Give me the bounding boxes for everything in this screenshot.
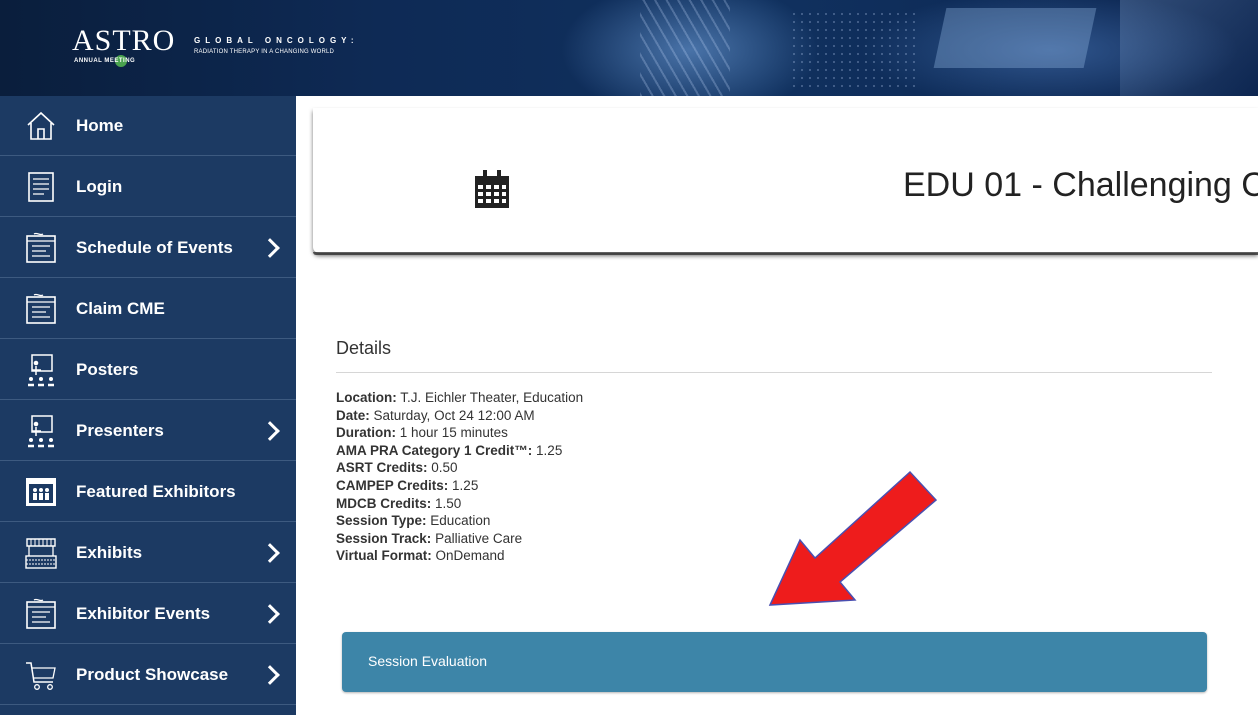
sidebar-item-exhibitor-events[interactable]: Exhibitor Events [0,584,296,644]
logo-subtitle: ANNUAL MEETING [74,58,136,64]
detail-value: Palliative Care [435,530,523,546]
logo-tagline-sub: RADIATION THERAPY IN A CHANGING WORLD [194,49,335,55]
header-banner: ASTRO ANNUAL MEETING GLOBAL ONCOLOGY: RA… [0,0,1258,96]
sidebar-item-label: Login [76,176,123,196]
schedule-icon [24,292,58,326]
detail-location: Location: T.J. Eichler Theater, Educatio… [336,389,583,407]
sidebar-item-label: Presenters [76,420,164,440]
annotation-arrow-icon [768,470,938,606]
chevron-right-icon[interactable] [260,237,280,258]
detail-date: Date: Saturday, Oct 24 12:00 AM [336,407,583,425]
session-header-card: EDU 01 - Challenging C [313,108,1258,255]
sidebar-item-login[interactable]: Login [0,157,296,217]
detail-value: 1 hour 15 minutes [399,425,508,441]
detail-value: 0.50 [431,460,458,476]
sidebar-item-label: Exhibitor Events [76,603,211,623]
detail-duration: Duration: 1 hour 15 minutes [336,424,583,442]
detail-label: Date: [336,407,370,423]
detail-value: T.J. Eichler Theater, Education [400,390,584,405]
detail-virtual-format: Virtual Format: OnDemand [336,547,583,565]
sidebar-item-label: Featured Exhibitors [76,481,236,501]
sidebar-item-featured-exhibitors[interactable]: Featured Exhibitors [0,462,296,522]
detail-label: Duration: [336,425,396,441]
detail-label: Location: [336,390,397,405]
detail-label: Session Track: [336,530,432,546]
sidebar-item-label: Schedule of Events [76,237,233,257]
sidebar-nav: Home Login Schedule of Events Claim CME … [0,96,296,715]
astro-logo[interactable]: ASTRO ANNUAL MEETING GLOBAL ONCOLOGY: RA… [72,26,412,72]
schedule-icon [24,231,58,265]
detail-value: 1.50 [435,495,462,511]
sidebar-item-product-showcase[interactable]: Product Showcase [0,645,296,705]
session-evaluation-button[interactable]: Session Evaluation [342,632,1207,692]
detail-campep-credits: CAMPEP Credits: 1.25 [336,477,583,495]
card-shadow [313,252,1258,255]
chevron-right-icon[interactable] [260,664,280,685]
sidebar-item-claim-cme[interactable]: Claim CME [0,279,296,339]
detail-value: Education [430,513,491,529]
session-evaluation-label: Session Evaluation [368,653,488,669]
sidebar-item-exhibits[interactable]: Exhibits [0,523,296,583]
detail-ama-credit: AMA PRA Category 1 Credit™: 1.25 [336,442,583,460]
sidebar-item-label: Posters [76,359,139,379]
detail-label: Virtual Format: [336,548,432,564]
sidebar-item-schedule-of-events[interactable]: Schedule of Events [0,218,296,278]
detail-mdcb-credits: MDCB Credits: 1.50 [336,495,583,513]
cart-icon [24,658,58,692]
banner-decoration [933,8,1097,68]
chevron-right-icon[interactable] [260,542,280,563]
detail-label: Session Type: [336,513,427,529]
sidebar-item-label: Home [76,115,124,135]
exhibitors-icon [24,475,58,509]
detail-label: AMA PRA Category 1 Credit™: [336,442,533,458]
sidebar-item-label: Claim CME [76,298,165,318]
details-list: Location: T.J. Eichler Theater, Educatio… [336,389,583,565]
sidebar-item-presenters[interactable]: Presenters [0,401,296,461]
banner-decoration [790,10,920,90]
divider [336,372,1212,373]
dna-helix-graphic [640,0,730,96]
sidebar-item-label: Exhibits [76,542,143,562]
detail-value: 1.25 [452,477,479,493]
home-icon [24,109,58,143]
details-heading: Details [336,338,392,358]
banner-decoration [1120,0,1258,96]
sidebar-item-home[interactable]: Home [0,96,296,156]
booth-icon [24,536,58,570]
login-icon [24,170,58,204]
sidebar-item-posters[interactable]: Posters [0,340,296,400]
logo-tagline: GLOBAL ONCOLOGY: [194,36,359,45]
detail-label: MDCB Credits: [336,495,432,511]
detail-asrt-credits: ASRT Credits: 0.50 [336,459,583,477]
detail-value: Saturday, Oct 24 12:00 AM [373,407,535,423]
chevron-right-icon[interactable] [260,420,280,441]
detail-label: CAMPEP Credits: [336,477,449,493]
presenter-icon [24,353,58,387]
presenter-icon [24,414,58,448]
session-title: EDU 01 - Challenging C [903,166,1258,204]
detail-label: ASRT Credits: [336,460,428,476]
sidebar-item-label: Product Showcase [76,664,229,684]
detail-value: 1.25 [536,442,563,458]
schedule-icon [24,597,58,631]
chevron-right-icon[interactable] [260,603,280,624]
logo-wordmark: ASTRO [72,24,176,57]
detail-value: OnDemand [435,548,505,564]
calendar-icon [475,170,509,208]
detail-session-track: Session Track: Palliative Care [336,530,583,548]
detail-session-type: Session Type: Education [336,512,583,530]
